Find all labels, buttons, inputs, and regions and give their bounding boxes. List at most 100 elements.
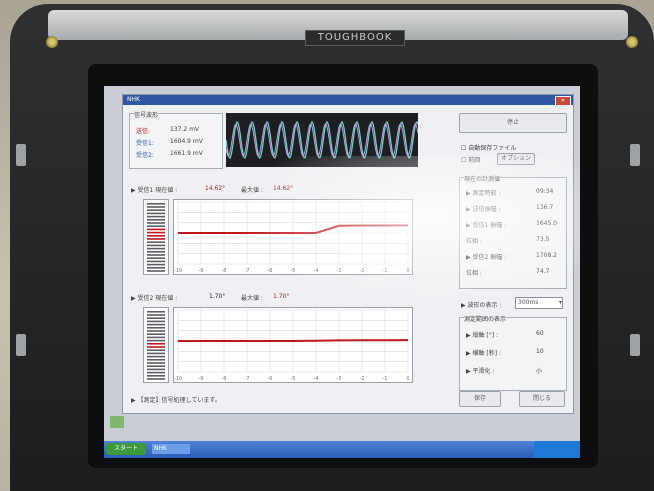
signal-group: 信号波形 送信: 137.2 mV 受信1: 1604.9 mV 受信2: 16… bbox=[129, 110, 223, 169]
x-tick-label: -1 bbox=[383, 268, 388, 274]
scale-row-label: ▶ 横軸 [秒] : bbox=[466, 350, 502, 357]
x-tick-label: 0 bbox=[406, 376, 409, 382]
checkbox2[interactable]: ☐ 前回 bbox=[461, 155, 480, 164]
level-tick bbox=[147, 225, 165, 227]
level-tick bbox=[147, 238, 165, 240]
panel1-level-ticks bbox=[147, 203, 165, 272]
panel1-current: 14.62° bbox=[205, 185, 226, 192]
scale-group-title: 測定範囲の表示 bbox=[464, 314, 507, 323]
checkbox1[interactable]: ☐ 自動保存ファイル bbox=[461, 143, 516, 152]
brand-logo: TOUGHBOOK bbox=[305, 30, 405, 46]
x-tick-label: -8 bbox=[222, 376, 227, 382]
x-tick-label: -2 bbox=[360, 268, 365, 274]
side-grip bbox=[630, 144, 640, 166]
save-button[interactable]: 保存 bbox=[459, 391, 501, 407]
x-tick-label: -10 bbox=[174, 268, 182, 274]
level-tick bbox=[147, 219, 165, 221]
taskbar: スタート NHK bbox=[104, 441, 580, 458]
close-icon[interactable]: ✕ bbox=[555, 96, 571, 106]
side-grip bbox=[16, 144, 26, 166]
level-tick bbox=[147, 327, 165, 329]
start-button[interactable]: スタート bbox=[106, 443, 146, 455]
level-tick bbox=[147, 235, 165, 237]
level-tick bbox=[147, 314, 165, 316]
x-tick-label: 0 bbox=[406, 268, 409, 274]
panel2-max: 1.70° bbox=[273, 293, 290, 300]
level-tick bbox=[147, 228, 165, 231]
x-tick-label: -5 bbox=[291, 268, 296, 274]
panel2-level-bar bbox=[143, 307, 169, 383]
measure-row-label: 位相 : bbox=[466, 238, 482, 245]
level-tick bbox=[147, 349, 165, 351]
panel1-plot: -10 -9 -8 -7 -6 -5 -4 -3 -2 -1 0 bbox=[173, 199, 413, 275]
level-tick bbox=[147, 254, 165, 256]
measure-row-label: ▶ 送信振幅 : bbox=[466, 206, 501, 213]
x-tick-label: -6 bbox=[268, 268, 273, 274]
receive1-value: 1604.9 mV bbox=[170, 138, 203, 145]
app-window: NHK ✕ 信号波形 送信: 137.2 mV 受信1: 1604.9 mV 受… bbox=[122, 94, 574, 414]
measure-row-value: 1645.0 bbox=[536, 220, 557, 227]
x-tick-label: -10 bbox=[174, 376, 182, 382]
panel1-header: ▶ 受信1 現在値 : bbox=[131, 187, 178, 194]
transmit-value: 137.2 mV bbox=[170, 126, 200, 133]
option-button[interactable]: オプション bbox=[497, 153, 535, 165]
level-tick bbox=[147, 339, 165, 342]
measure-row-label: 位相 : bbox=[466, 270, 482, 277]
system-tray bbox=[534, 441, 580, 458]
panel1-level-bar bbox=[143, 199, 169, 275]
measure-row-label: ▶ 受信1 振幅 : bbox=[466, 222, 507, 229]
level-tick bbox=[147, 203, 165, 205]
level-tick bbox=[147, 251, 165, 253]
scale-row-label: ▶ 縦軸 [°] : bbox=[466, 332, 499, 339]
display-range-value: 300ms bbox=[518, 299, 539, 306]
scale-group: 測定範囲の表示 ▶ 縦軸 [°] : 60 ▶ 横軸 [秒] : 10 ▶ 平滑化 : 小 bbox=[459, 314, 567, 391]
level-tick bbox=[147, 231, 165, 234]
level-tick bbox=[147, 206, 165, 208]
level-tick bbox=[147, 336, 165, 339]
level-tick bbox=[147, 270, 165, 272]
panel1-level-svg bbox=[147, 203, 165, 272]
side-grip bbox=[630, 334, 640, 356]
panel2-current: 1.70° bbox=[209, 293, 226, 300]
signal-group-title: 信号波形 bbox=[134, 110, 159, 119]
x-tick-label: -3 bbox=[337, 268, 342, 274]
x-tick-label: -3 bbox=[337, 376, 342, 382]
panel1-max-label: 最大値 : bbox=[241, 187, 263, 194]
level-tick bbox=[147, 263, 165, 266]
measure-row-value: 09:34 bbox=[536, 188, 554, 195]
level-tick bbox=[147, 212, 165, 215]
measure-row-value: 73.5 bbox=[536, 236, 550, 243]
measure-row-label: ▶ 測定時刻 : bbox=[466, 190, 501, 197]
screw-icon bbox=[626, 36, 638, 48]
level-tick bbox=[147, 323, 165, 326]
waveform-svg bbox=[225, 120, 419, 159]
transmit-label: 送信: bbox=[136, 128, 151, 135]
x-tick-label: -4 bbox=[314, 376, 319, 382]
panel2-plot-svg: -10 -9 -8 -7 -6 -5 -4 -3 -2 -1 0 bbox=[174, 309, 410, 382]
level-tick bbox=[147, 365, 165, 367]
level-tick bbox=[147, 343, 165, 345]
scale-row-label: ▶ 平滑化 : bbox=[466, 368, 495, 375]
level-tick bbox=[147, 368, 165, 371]
level-tick bbox=[147, 257, 165, 259]
screen: NHK ✕ 信号波形 送信: 137.2 mV 受信1: 1604.9 mV 受… bbox=[104, 86, 580, 458]
close-button[interactable]: 閉じる bbox=[519, 391, 565, 407]
x-tick-label: -7 bbox=[245, 268, 250, 274]
panel2-max-label: 最大値 : bbox=[241, 295, 263, 302]
display-range-select[interactable]: 300ms ▾ bbox=[515, 297, 563, 309]
scale-row-value: 10 bbox=[536, 348, 544, 355]
checkbox2-label: 前回 bbox=[468, 157, 481, 164]
scale-row-value: 60 bbox=[536, 330, 544, 337]
taskbar-app-item[interactable]: NHK bbox=[152, 444, 190, 454]
receive2-label: 受信2: bbox=[136, 152, 154, 159]
measure-row-value: 136.7 bbox=[536, 204, 554, 211]
series-line bbox=[178, 339, 409, 342]
x-tick-label: -9 bbox=[199, 268, 204, 274]
stop-button[interactable]: 停止 bbox=[459, 113, 567, 133]
desktop-icon[interactable] bbox=[110, 416, 124, 428]
measure-row-label: ▶ 受信2 振幅 : bbox=[466, 254, 507, 261]
level-tick bbox=[147, 244, 165, 247]
level-tick bbox=[147, 330, 165, 332]
x-tick-label: -4 bbox=[314, 268, 319, 274]
level-tick bbox=[147, 215, 165, 218]
